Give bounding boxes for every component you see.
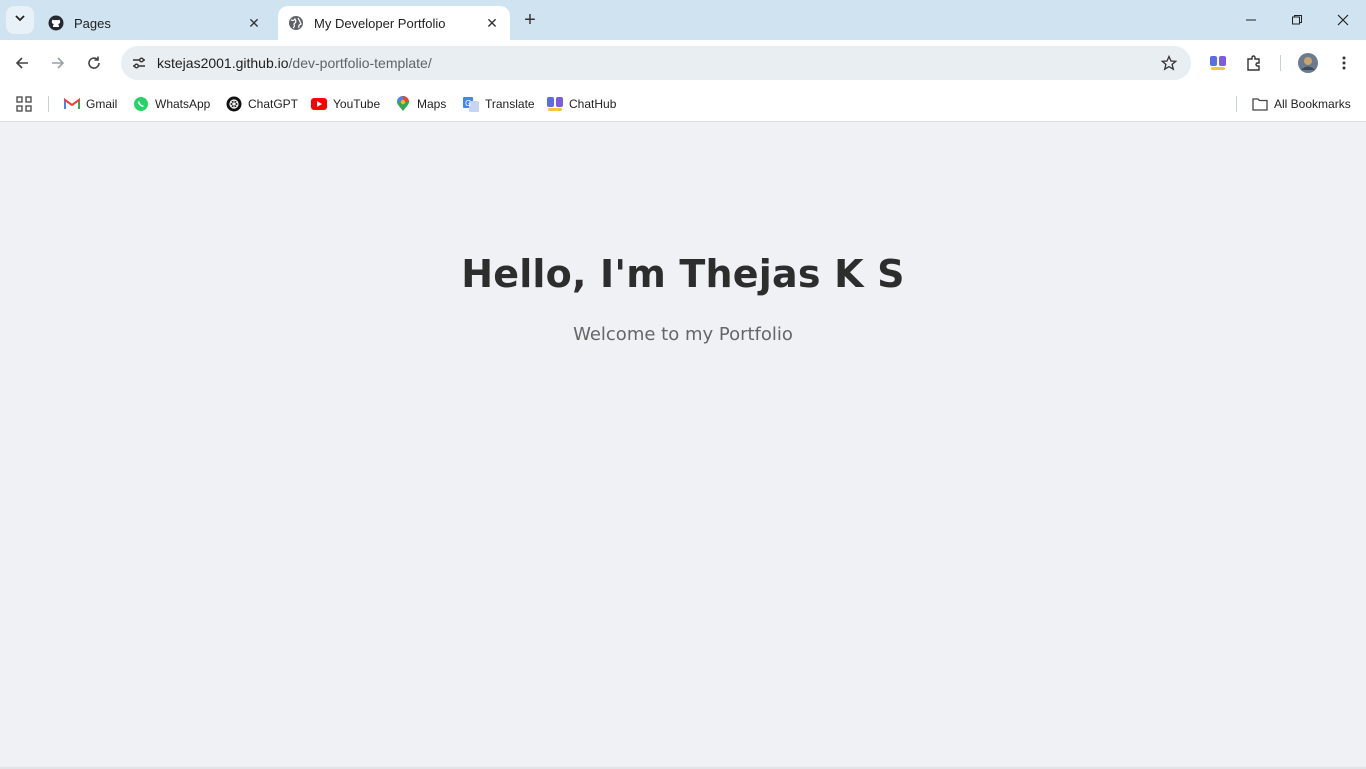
chathub-icon: [1210, 56, 1226, 70]
all-bookmarks-label: All Bookmarks: [1274, 97, 1351, 111]
translate-icon: G: [463, 96, 479, 112]
close-icon[interactable]: ✕: [246, 15, 262, 31]
url-host: kstejas2001.github.io: [157, 55, 289, 71]
bookmark-star-icon[interactable]: [1153, 47, 1185, 79]
puzzle-icon: [1247, 55, 1260, 71]
chathub-extension-button[interactable]: [1204, 49, 1232, 77]
toolbar-divider: [1280, 55, 1281, 71]
tab-portfolio[interactable]: My Developer Portfolio ✕: [278, 6, 510, 40]
bookmarks-bar: Gmail WhatsApp ChatGPT YouTube Maps G Tr…: [0, 86, 1366, 122]
whatsapp-icon: [133, 96, 149, 112]
tab-title: My Developer Portfolio: [314, 15, 446, 31]
close-icon: [1337, 14, 1349, 26]
bookmark-label: Maps: [417, 97, 447, 111]
new-tab-button[interactable]: +: [518, 8, 542, 32]
bookmark-label: ChatHub: [569, 97, 617, 111]
kebab-menu-icon: [1342, 56, 1346, 70]
reload-icon: [88, 56, 100, 69]
tab-title: Pages: [74, 15, 111, 31]
address-bar[interactable]: kstejas2001.github.io/dev-portfolio-temp…: [121, 46, 1191, 80]
menu-button[interactable]: [1330, 49, 1358, 77]
minimize-button[interactable]: [1228, 0, 1274, 40]
restore-button[interactable]: [1274, 0, 1320, 40]
bookmarks-divider: [48, 96, 49, 112]
apps-button[interactable]: [16, 92, 32, 116]
hero-subtitle: Welcome to my Portfolio: [573, 324, 793, 345]
bookmark-label: Gmail: [86, 97, 118, 111]
site-info-icon[interactable]: [123, 47, 155, 79]
plus-icon: +: [524, 8, 536, 31]
bookmark-label: ChatGPT: [248, 97, 299, 111]
all-bookmarks-button[interactable]: All Bookmarks: [1252, 92, 1351, 116]
restore-icon: [1292, 15, 1302, 25]
profile-button[interactable]: [1294, 49, 1322, 77]
close-window-button[interactable]: [1320, 0, 1366, 40]
extensions-button[interactable]: [1240, 49, 1268, 77]
tab-search-button[interactable]: [6, 6, 34, 34]
forward-button[interactable]: [44, 49, 72, 77]
gmail-icon: [64, 96, 80, 112]
bookmark-label: Translate: [485, 97, 535, 111]
chatgpt-icon: [226, 96, 242, 112]
bookmark-label: WhatsApp: [155, 97, 211, 111]
back-button[interactable]: [8, 49, 36, 77]
reload-button[interactable]: [80, 49, 108, 77]
globe-icon: [288, 15, 304, 31]
bookmark-label: YouTube: [333, 97, 381, 111]
hero-title: Hello, I'm Thejas K S: [461, 252, 905, 296]
url-path: /dev-portfolio-template/: [288, 55, 432, 71]
arrow-right-icon: [52, 57, 65, 69]
tab-strip: Pages ✕ My Developer Portfolio ✕ +: [0, 0, 1366, 40]
folder-icon: [1252, 96, 1268, 112]
bookmark-youtube[interactable]: YouTube: [311, 92, 380, 116]
browser-toolbar: kstejas2001.github.io/dev-portfolio-temp…: [0, 40, 1366, 86]
bookmark-translate[interactable]: G Translate: [463, 92, 535, 116]
github-icon: [48, 15, 64, 31]
bookmark-whatsapp[interactable]: WhatsApp: [133, 92, 210, 116]
svg-text:G: G: [465, 99, 471, 108]
chevron-down-icon: [14, 11, 26, 29]
bookmark-chathub[interactable]: ChatHub: [547, 92, 616, 116]
chathub-icon: [547, 96, 563, 112]
bookmark-maps[interactable]: Maps: [395, 92, 446, 116]
apps-grid-icon: [16, 96, 32, 112]
bookmarks-divider: [1236, 96, 1237, 112]
close-icon[interactable]: ✕: [484, 15, 500, 31]
maps-icon: [395, 96, 411, 112]
bookmark-chatgpt[interactable]: ChatGPT: [226, 92, 298, 116]
page-content: Hello, I'm Thejas K S Welcome to my Port…: [0, 122, 1366, 769]
avatar: [1298, 53, 1318, 73]
arrow-left-icon: [15, 57, 28, 69]
youtube-icon: [311, 96, 327, 112]
url-text: kstejas2001.github.io/dev-portfolio-temp…: [157, 55, 1153, 71]
minimize-icon: [1246, 19, 1256, 21]
tab-pages[interactable]: Pages ✕: [38, 6, 272, 40]
bookmark-gmail[interactable]: Gmail: [64, 92, 117, 116]
